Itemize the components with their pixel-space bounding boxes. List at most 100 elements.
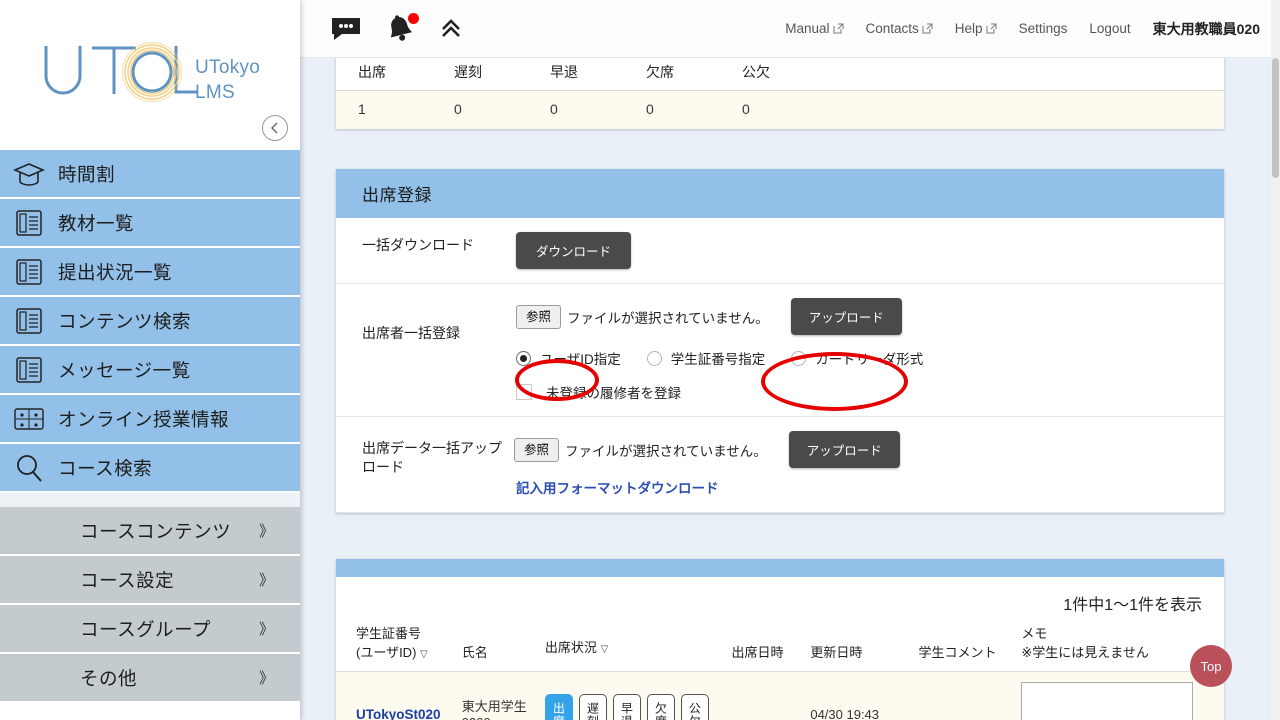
bulk-register-label: 出席者一括登録 [336, 298, 516, 343]
sidebar-item-messages[interactable]: メッセージ一覧 [0, 346, 300, 395]
col-student-id-line2: (ユーザID) [356, 645, 416, 660]
sort-indicator-icon[interactable]: ▽ [420, 649, 428, 660]
radio-indicator [791, 351, 806, 366]
summary-col-spacer [816, 58, 1224, 91]
summary-val-absent: 0 [624, 91, 720, 130]
sidebar-subnav: コースコンテンツ 》 コース設定 》 コースグループ 》 その他 》 [0, 507, 300, 703]
bell-icon[interactable] [384, 14, 416, 44]
sidebar-item-course-search[interactable]: コース検索 [0, 444, 300, 493]
sort-indicator-icon[interactable]: ▽ [601, 644, 609, 655]
attendance-data-upload-label: 出席データ一括アップロード [336, 431, 514, 477]
sidebar-item-course-settings[interactable]: コース設定 》 [0, 556, 300, 605]
clipboard-icon [0, 209, 58, 237]
external-link-icon [986, 23, 997, 34]
video-grid-icon [0, 407, 58, 431]
header-link-contacts[interactable]: Contacts [866, 21, 933, 36]
cell-student-comment [893, 672, 1021, 720]
bulk-register-browse-button[interactable]: 参照 [516, 305, 561, 329]
status-button-group: 出席 遅刻 早退 欠席 公欠 [545, 694, 732, 720]
header-icon-group [300, 14, 464, 44]
sidebar-item-course-content[interactable]: コースコンテンツ 》 [0, 507, 300, 556]
sidebar-item-materials[interactable]: 教材一覧 [0, 199, 300, 248]
chevron-right-icon: 》 [259, 618, 274, 639]
header-link-logout[interactable]: Logout [1089, 21, 1130, 36]
sidebar-subitem-label: コースコンテンツ [80, 518, 231, 544]
summary-val-present: 1 [336, 91, 432, 130]
status-button-early-leave[interactable]: 早退 [613, 694, 641, 720]
col-student-id-line1: 学生証番号 [356, 626, 421, 641]
checkbox-label: 未登録の履修者を登録 [546, 382, 681, 402]
clipboard-icon [0, 356, 58, 384]
bulk-register-file-status: ファイルが選択されていません。 [567, 307, 769, 327]
radio-label: ユーザID指定 [540, 348, 621, 368]
graduation-cap-icon [0, 162, 58, 186]
search-icon [0, 453, 58, 483]
unregistered-students-checkbox[interactable]: 未登録の履修者を登録 [516, 382, 1224, 402]
student-attendance-table: 学生証番号 (ユーザID) ▽ 氏名 出席状況 ▽ 出席日時 更新日時 学生コメ… [336, 615, 1224, 720]
summary-col-early-leave: 早退 [528, 58, 624, 91]
attendance-data-file-status: ファイルが選択されていません。 [565, 440, 767, 460]
header-link-manual[interactable]: Manual [785, 21, 843, 36]
section-title-register: 出席登録 [336, 169, 1224, 218]
sidebar-item-label: オンライン授業情報 [58, 406, 229, 432]
col-student-comment: 学生コメント [893, 615, 1021, 672]
status-button-late[interactable]: 遅刻 [579, 694, 607, 720]
sidebar-item-label: コース検索 [58, 455, 152, 481]
scroll-to-top-button[interactable]: Top [1190, 645, 1232, 687]
sidebar-nav: 時間割 教材一覧 提出状況一覧 コンテンツ検索 [0, 150, 300, 493]
status-button-excused[interactable]: 公欠 [681, 694, 709, 720]
sidebar-item-online-class-info[interactable]: オンライン授業情報 [0, 395, 300, 444]
attendance-data-browse-button[interactable]: 参照 [514, 438, 559, 462]
sidebar-item-label: 提出状況一覧 [58, 259, 172, 285]
sidebar-item-content-search[interactable]: コンテンツ検索 [0, 297, 300, 346]
header-link-settings[interactable]: Settings [1019, 21, 1068, 36]
status-button-present[interactable]: 出席 [545, 694, 573, 720]
attendance-data-upload-button[interactable]: アップロード [789, 431, 900, 468]
bulk-register-upload-button[interactable]: アップロード [791, 298, 902, 335]
summary-val-excused: 0 [720, 91, 816, 130]
table-header-row: 出席 遅刻 早退 欠席 公欠 [336, 58, 1224, 91]
sidebar-item-submissions[interactable]: 提出状況一覧 [0, 248, 300, 297]
bulk-download-row: 一括ダウンロード ダウンロード [336, 218, 1224, 284]
sidebar-subitem-label: コース設定 [80, 567, 174, 593]
checkbox-indicator [516, 384, 532, 400]
cell-student-name: 東大用学生0200 [462, 672, 545, 720]
format-download-link[interactable]: 記入用フォーマットダウンロード [516, 477, 719, 497]
list-header-bar [336, 559, 1224, 577]
bulk-register-radio-group: ユーザID指定 学生証番号指定 カードリーダ形式 [516, 348, 1224, 368]
sidebar-item-label: 時間割 [58, 161, 115, 187]
sidebar-item-course-group[interactable]: コースグループ 》 [0, 605, 300, 654]
sidebar-item-other[interactable]: その他 》 [0, 654, 300, 703]
utol-logo [40, 42, 200, 104]
attendance-data-file-line: 参照 ファイルが選択されていません。 アップロード [514, 431, 1224, 468]
arrow-left-icon [268, 121, 282, 135]
header-link-label: Logout [1089, 21, 1130, 36]
radio-indicator [516, 351, 531, 366]
radio-option-student-number[interactable]: 学生証番号指定 [647, 348, 766, 368]
sidebar-collapse-button[interactable] [262, 115, 288, 141]
header-link-help[interactable]: Help [955, 21, 997, 36]
clipboard-icon [0, 258, 58, 286]
radio-option-card-reader[interactable]: カードリーダ形式 [791, 348, 923, 368]
summary-val-spacer [816, 91, 1224, 130]
status-button-absent[interactable]: 欠席 [647, 694, 675, 720]
main-content: 出席 遅刻 早退 欠席 公欠 1 0 0 0 0 [300, 58, 1280, 720]
col-status[interactable]: 出席状況 ▽ [545, 615, 732, 672]
chevron-double-up-icon[interactable] [438, 16, 464, 42]
header-link-label: Help [955, 21, 983, 36]
memo-input[interactable] [1021, 682, 1193, 720]
chevron-right-icon: 》 [259, 520, 274, 541]
bulk-download-button[interactable]: ダウンロード [516, 232, 631, 269]
sidebar-item-timetable[interactable]: 時間割 [0, 150, 300, 199]
vertical-scrollbar-thumb[interactable] [1272, 58, 1279, 178]
student-attendance-list-card: 1件中1〜1件を表示 学生証番号 (ユーザID) ▽ 氏名 出席状況 ▽ [336, 559, 1224, 720]
col-memo-line2: ※学生には見えません [1021, 645, 1149, 660]
student-id-link[interactable]: UTokyoSt020 [356, 707, 441, 720]
header-link-label: Contacts [866, 21, 919, 36]
chevron-right-icon: 》 [259, 667, 274, 688]
message-bubble-icon[interactable] [330, 16, 362, 42]
col-student-id[interactable]: 学生証番号 (ユーザID) ▽ [336, 615, 462, 672]
sidebar-item-label: 教材一覧 [58, 210, 134, 236]
sidebar-item-label: コンテンツ検索 [58, 308, 191, 334]
radio-option-userid[interactable]: ユーザID指定 [516, 348, 621, 368]
